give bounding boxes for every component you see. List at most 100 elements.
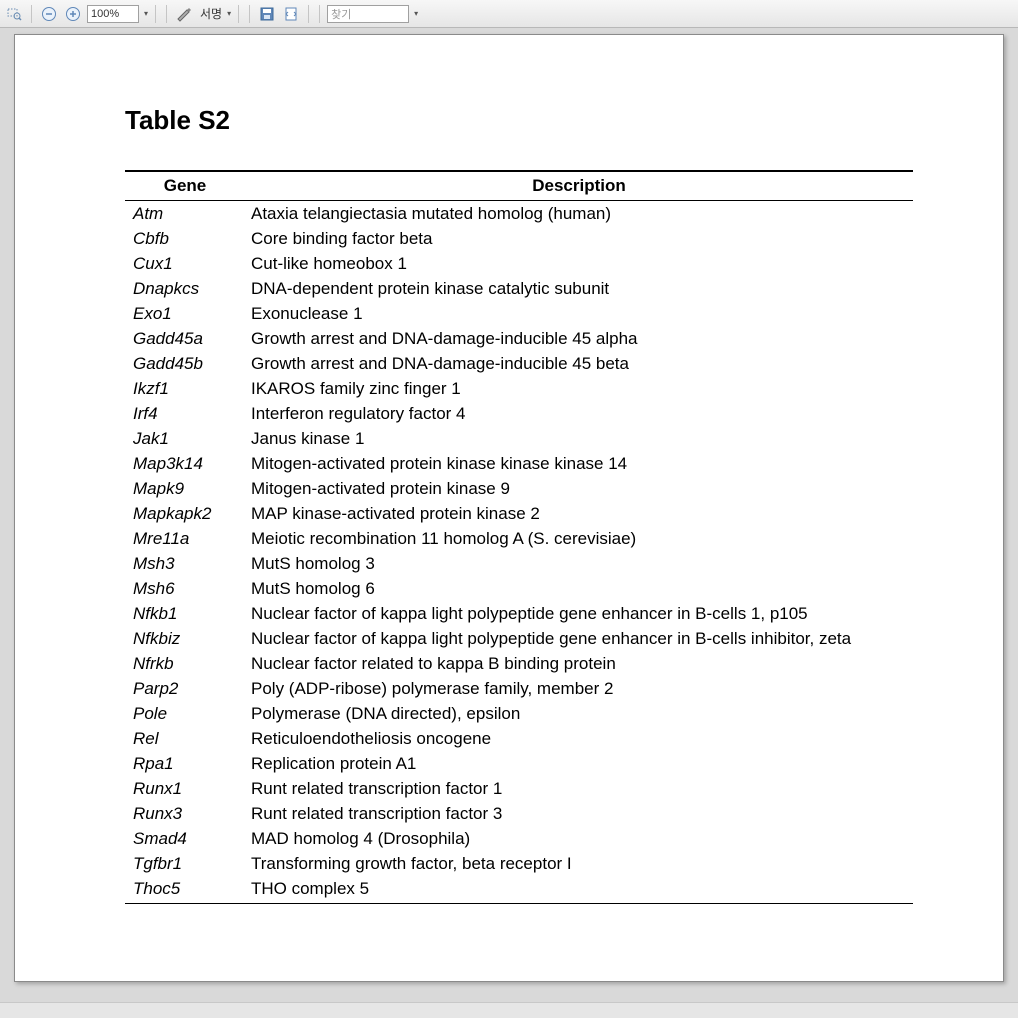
marquee-zoom-button[interactable] <box>4 4 24 24</box>
gene-cell: Gadd45a <box>125 326 245 351</box>
gene-cell: Map3k14 <box>125 451 245 476</box>
gene-cell: Jak1 <box>125 426 245 451</box>
description-cell: Exonuclease 1 <box>245 301 913 326</box>
document-page: Table S2 Gene Description AtmAtaxia tela… <box>14 34 1004 982</box>
gene-cell: Mre11a <box>125 526 245 551</box>
description-cell: Interferon regulatory factor 4 <box>245 401 913 426</box>
description-cell: Nuclear factor of kappa light polypeptid… <box>245 626 913 651</box>
table-row: Jak1Janus kinase 1 <box>125 426 913 451</box>
gene-cell: Mapkapk2 <box>125 501 245 526</box>
description-cell: MAP kinase-activated protein kinase 2 <box>245 501 913 526</box>
search-dropdown-arrow-icon[interactable]: ▾ <box>414 9 418 18</box>
fit-page-button[interactable] <box>281 4 301 24</box>
table-row: Thoc5THO complex 5 <box>125 876 913 903</box>
description-cell: Janus kinase 1 <box>245 426 913 451</box>
gene-cell: Tgfbr1 <box>125 851 245 876</box>
description-cell: Nuclear factor related to kappa B bindin… <box>245 651 913 676</box>
description-cell: Mitogen-activated protein kinase 9 <box>245 476 913 501</box>
table-row: Gadd45aGrowth arrest and DNA-damage-indu… <box>125 326 913 351</box>
document-viewer[interactable]: Table S2 Gene Description AtmAtaxia tela… <box>0 28 1018 1002</box>
description-cell: DNA-dependent protein kinase catalytic s… <box>245 276 913 301</box>
table-row: Mre11aMeiotic recombination 11 homolog A… <box>125 526 913 551</box>
gene-cell: Exo1 <box>125 301 245 326</box>
gene-cell: Parp2 <box>125 676 245 701</box>
gene-table: Gene Description AtmAtaxia telangiectasi… <box>125 170 913 904</box>
header-gene: Gene <box>125 171 245 201</box>
description-cell: Growth arrest and DNA-damage-inducible 4… <box>245 326 913 351</box>
description-cell: Growth arrest and DNA-damage-inducible 4… <box>245 351 913 376</box>
table-row: PolePolymerase (DNA directed), epsilon <box>125 701 913 726</box>
search-input[interactable]: 찾기 <box>327 5 409 23</box>
table-row: Runx3Runt related transcription factor 3 <box>125 801 913 826</box>
gene-cell: Msh3 <box>125 551 245 576</box>
status-bar <box>0 1002 1018 1018</box>
table-row: Rpa1Replication protein A1 <box>125 751 913 776</box>
gene-cell: Nfkb1 <box>125 601 245 626</box>
separator <box>319 5 320 23</box>
separator <box>249 5 250 23</box>
gene-cell: Atm <box>125 201 245 227</box>
description-cell: Meiotic recombination 11 homolog A (S. c… <box>245 526 913 551</box>
table-row: Map3k14Mitogen-activated protein kinase … <box>125 451 913 476</box>
zoom-in-button[interactable] <box>63 4 83 24</box>
separator <box>166 5 167 23</box>
description-cell: Transforming growth factor, beta recepto… <box>245 851 913 876</box>
description-cell: MutS homolog 6 <box>245 576 913 601</box>
gene-cell: Thoc5 <box>125 876 245 903</box>
table-row: DnapkcsDNA-dependent protein kinase cata… <box>125 276 913 301</box>
separator <box>238 5 239 23</box>
description-cell: MAD homolog 4 (Drosophila) <box>245 826 913 851</box>
table-row: Msh6MutS homolog 6 <box>125 576 913 601</box>
gene-cell: Dnapkcs <box>125 276 245 301</box>
table-row: RelReticuloendotheliosis oncogene <box>125 726 913 751</box>
gene-cell: Nfrkb <box>125 651 245 676</box>
table-row: Runx1Runt related transcription factor 1 <box>125 776 913 801</box>
description-cell: THO complex 5 <box>245 876 913 903</box>
description-cell: IKAROS family zinc finger 1 <box>245 376 913 401</box>
save-button[interactable] <box>257 4 277 24</box>
gene-cell: Nfkbiz <box>125 626 245 651</box>
table-row: Parp2Poly (ADP-ribose) polymerase family… <box>125 676 913 701</box>
gene-cell: Smad4 <box>125 826 245 851</box>
gene-cell: Irf4 <box>125 401 245 426</box>
table-row: NfkbizNuclear factor of kappa light poly… <box>125 626 913 651</box>
table-row: Cux1Cut-like homeobox 1 <box>125 251 913 276</box>
table-row: Irf4Interferon regulatory factor 4 <box>125 401 913 426</box>
gene-cell: Runx1 <box>125 776 245 801</box>
header-description: Description <box>245 171 913 201</box>
zoom-dropdown-arrow-icon[interactable]: ▾ <box>144 9 148 18</box>
gene-cell: Gadd45b <box>125 351 245 376</box>
description-cell: Runt related transcription factor 1 <box>245 776 913 801</box>
toolbar: 100% ▾ 서명 ▾ 찾기 ▾ <box>0 0 1018 28</box>
description-cell: Cut-like homeobox 1 <box>245 251 913 276</box>
signature-label: 서명 <box>200 5 222 22</box>
description-cell: Core binding factor beta <box>245 226 913 251</box>
zoom-out-button[interactable] <box>39 4 59 24</box>
table-title: Table S2 <box>125 105 913 136</box>
table-row: Gadd45bGrowth arrest and DNA-damage-indu… <box>125 351 913 376</box>
zoom-level-input[interactable]: 100% <box>87 5 139 23</box>
gene-cell: Runx3 <box>125 801 245 826</box>
description-cell: Runt related transcription factor 3 <box>245 801 913 826</box>
table-row: Mapk9Mitogen-activated protein kinase 9 <box>125 476 913 501</box>
table-row: Tgfbr1Transforming growth factor, beta r… <box>125 851 913 876</box>
sign-button[interactable] <box>174 4 194 24</box>
description-cell: MutS homolog 3 <box>245 551 913 576</box>
table-row: Exo1Exonuclease 1 <box>125 301 913 326</box>
table-row: Nfkb1Nuclear factor of kappa light polyp… <box>125 601 913 626</box>
table-row: Mapkapk2MAP kinase-activated protein kin… <box>125 501 913 526</box>
description-cell: Reticuloendotheliosis oncogene <box>245 726 913 751</box>
gene-cell: Mapk9 <box>125 476 245 501</box>
table-row: Smad4MAD homolog 4 (Drosophila) <box>125 826 913 851</box>
gene-cell: Pole <box>125 701 245 726</box>
description-cell: Mitogen-activated protein kinase kinase … <box>245 451 913 476</box>
signature-dropdown-arrow-icon[interactable]: ▾ <box>227 9 231 18</box>
description-cell: Nuclear factor of kappa light polypeptid… <box>245 601 913 626</box>
description-cell: Ataxia telangiectasia mutated homolog (h… <box>245 201 913 227</box>
gene-cell: Rel <box>125 726 245 751</box>
description-cell: Replication protein A1 <box>245 751 913 776</box>
table-row: CbfbCore binding factor beta <box>125 226 913 251</box>
table-row: AtmAtaxia telangiectasia mutated homolog… <box>125 201 913 227</box>
gene-cell: Msh6 <box>125 576 245 601</box>
table-row: Ikzf1IKAROS family zinc finger 1 <box>125 376 913 401</box>
